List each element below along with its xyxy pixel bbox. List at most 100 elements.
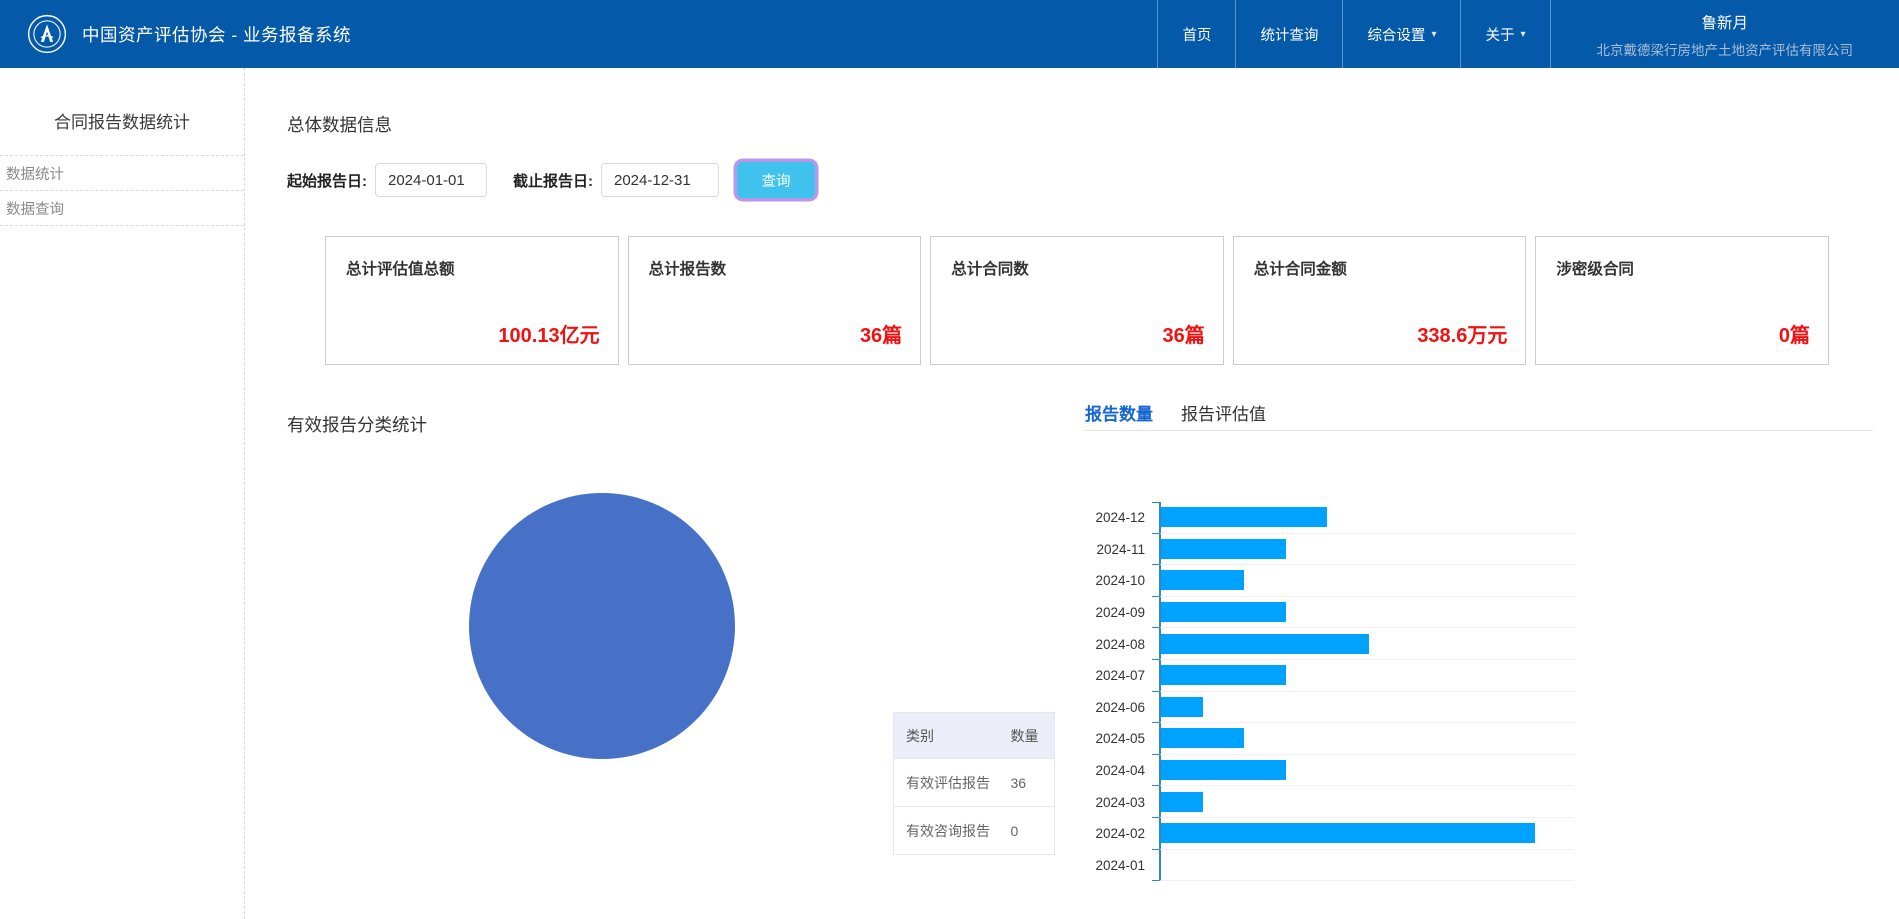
bar-fill [1161, 602, 1286, 622]
bar-category-label: 2024-01 [1071, 850, 1159, 882]
stat-card-title: 总计报告数 [649, 257, 727, 279]
legend-table-row: 有效咨询报告0 [894, 807, 1055, 855]
user-company: 北京戴德梁行房地产土地资产评估有限公司 [1597, 39, 1854, 59]
bar-fill [1161, 507, 1327, 527]
stat-card-total-reports: 总计报告数 36篇 [628, 236, 922, 365]
bar-category-label: 2024-11 [1071, 534, 1159, 566]
legend-row-value: 36 [1011, 759, 1055, 807]
bar-row-2024-10: 2024-10 [1071, 565, 1574, 597]
start-date-label: 起始报告日: [287, 170, 367, 191]
nav-item-label: 统计查询 [1260, 24, 1318, 45]
main-content: 总体数据信息 起始报告日: 截止报告日: 查询 总计评估值总额100.13亿元总… [245, 68, 1899, 919]
bar-track [1159, 850, 1574, 882]
bar-track [1159, 565, 1574, 597]
cas-association-logo-icon [26, 13, 68, 55]
legend-row-label: 有效咨询报告 [894, 807, 1011, 855]
sidebar-item-data-query[interactable]: 数据查询 [0, 190, 244, 226]
page-title: 总体数据信息 [287, 112, 392, 137]
stat-card-value: 36篇 [1163, 319, 1205, 348]
bar-row-2024-07: 2024-07 [1071, 660, 1574, 692]
sidebar-title: 合同报告数据统计 [0, 108, 244, 155]
bar-row-2024-11: 2024-11 [1071, 534, 1574, 566]
bar-category-label: 2024-02 [1071, 818, 1159, 850]
bar-row-2024-03: 2024-03 [1071, 786, 1574, 818]
bar-track [1159, 597, 1574, 629]
sidebar: 合同报告数据统计 数据统计数据查询 [0, 68, 245, 919]
bar-fill [1161, 823, 1535, 843]
bar-fill [1161, 697, 1203, 717]
stat-card-value: 100.13亿元 [498, 319, 599, 348]
nav-item-label: 首页 [1182, 24, 1211, 45]
bar-category-label: 2024-06 [1071, 692, 1159, 724]
user-block[interactable]: 鲁新月 北京戴德梁行房地产土地资产评估有限公司 [1550, 0, 1899, 68]
stat-card-value: 338.6万元 [1417, 319, 1507, 348]
bar-category-label: 2024-04 [1071, 755, 1159, 787]
stat-card-title: 总计评估值总额 [346, 257, 455, 279]
nav-item-stats-query[interactable]: 统计查询 [1235, 0, 1342, 68]
bar-category-label: 2024-08 [1071, 628, 1159, 660]
stat-card-value: 0篇 [1779, 319, 1810, 348]
caret-down-icon: ▾ [1520, 29, 1525, 40]
tab-report-count[interactable]: 报告数量 [1085, 400, 1153, 425]
monthly-report-bar-chart: 2024-122024-112024-102024-092024-082024-… [1071, 502, 1574, 881]
stat-card-value: 36篇 [860, 319, 902, 348]
nav-item-general-settings[interactable]: 综合设置 ▾ [1342, 0, 1460, 68]
nav-item-label: 综合设置 [1367, 24, 1425, 45]
bar-track [1159, 502, 1574, 534]
chart-tabs: 报告数量 报告评估值 [1085, 400, 1266, 425]
bar-track [1159, 534, 1574, 566]
end-date-input[interactable] [601, 163, 719, 197]
bar-track [1159, 692, 1574, 724]
start-date-input[interactable] [375, 163, 487, 197]
bar-fill [1161, 570, 1244, 590]
caret-down-icon: ▾ [1431, 29, 1436, 40]
bar-row-2024-09: 2024-09 [1071, 597, 1574, 629]
nav-item-label: 关于 [1485, 24, 1514, 45]
bar-track [1159, 660, 1574, 692]
brand[interactable]: 中国资产评估协会 - 业务报备系统 [0, 0, 351, 68]
summary-cards-row: 总计评估值总额 100.13亿元 总计报告数 36篇总计合同数36篇 总计合同金额 338… [325, 236, 1829, 365]
bar-row-2024-05: 2024-05 [1071, 723, 1574, 755]
bar-category-label: 2024-07 [1071, 660, 1159, 692]
bar-row-2024-06: 2024-06 [1071, 692, 1574, 724]
pie-chart [469, 493, 735, 759]
bar-fill [1161, 665, 1286, 685]
legend-table-header-row: 类别 数量 [894, 713, 1055, 759]
nav-item-home[interactable]: 首页 [1157, 0, 1235, 68]
legend-col-count: 数量 [1011, 713, 1055, 759]
bar-row-2024-04: 2024-04 [1071, 755, 1574, 787]
stat-card-title: 总计合同金额 [1254, 257, 1347, 279]
bar-track [1159, 818, 1574, 850]
bar-row-2024-02: 2024-02 [1071, 818, 1574, 850]
legend-row-label: 有效评估报告 [894, 759, 1011, 807]
sidebar-item-data-statistics[interactable]: 数据统计 [0, 155, 244, 190]
end-date-label: 截止报告日: [513, 170, 593, 191]
tab-report-appraisal-value[interactable]: 报告评估值 [1181, 400, 1266, 425]
stat-card-total-contract-amount: 总计合同金额 338.6万元 [1233, 236, 1527, 365]
query-button[interactable]: 查询 [737, 162, 815, 198]
tabs-underline [1085, 430, 1873, 431]
bar-fill [1161, 760, 1286, 780]
bar-category-label: 2024-10 [1071, 565, 1159, 597]
bar-category-label: 2024-09 [1071, 597, 1159, 629]
bar-track [1159, 723, 1574, 755]
bar-row-2024-01: 2024-01 [1071, 850, 1574, 882]
stat-card-title: 涉密级合同 [1556, 257, 1634, 279]
legend-row-value: 0 [1011, 807, 1055, 855]
bar-row-2024-08: 2024-08 [1071, 628, 1574, 660]
legend-col-category: 类别 [894, 713, 1011, 759]
date-filter-row: 起始报告日: 截止报告日: 查询 [287, 162, 815, 198]
app-title: 中国资产评估协会 - 业务报备系统 [82, 22, 351, 47]
bar-fill [1161, 539, 1286, 559]
nav-item-about[interactable]: 关于 ▾ [1460, 0, 1549, 68]
bar-track [1159, 628, 1574, 660]
bar-fill [1161, 792, 1203, 812]
bar-track [1159, 786, 1574, 818]
pie-chart-title: 有效报告分类统计 [287, 412, 427, 437]
pie-legend-table: 类别 数量 有效评估报告36有效咨询报告0 [893, 712, 1055, 855]
bar-fill [1161, 728, 1244, 748]
bar-category-label: 2024-12 [1071, 502, 1159, 534]
legend-table-row: 有效评估报告36 [894, 759, 1055, 807]
stat-card-total-contracts: 总计合同数36篇 [930, 236, 1224, 365]
stat-card-total-appraisal-value: 总计评估值总额 100.13亿元 [325, 236, 619, 365]
